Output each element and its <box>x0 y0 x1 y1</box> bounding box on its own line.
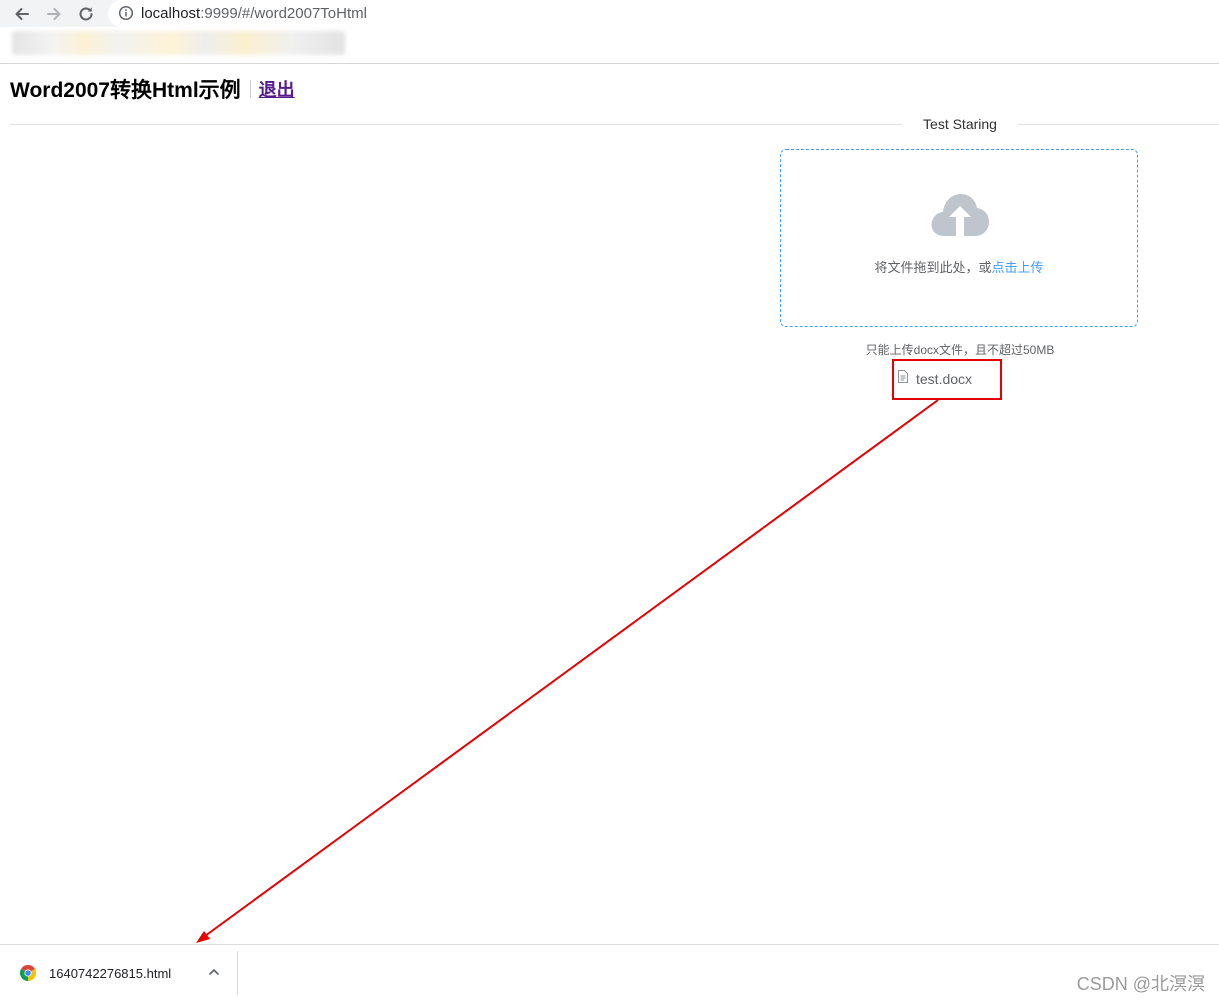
download-filename: 1640742276815.html <box>49 965 172 981</box>
chevron-up-icon[interactable] <box>207 965 221 984</box>
annotation-arrow <box>196 399 939 943</box>
download-item[interactable]: 1640742276815.html <box>10 951 238 995</box>
watermark: CSDN @北溟溟 <box>1076 974 1205 994</box>
chrome-icon <box>20 965 36 981</box>
download-shelf: 1640742276815.html <box>0 944 1219 1002</box>
